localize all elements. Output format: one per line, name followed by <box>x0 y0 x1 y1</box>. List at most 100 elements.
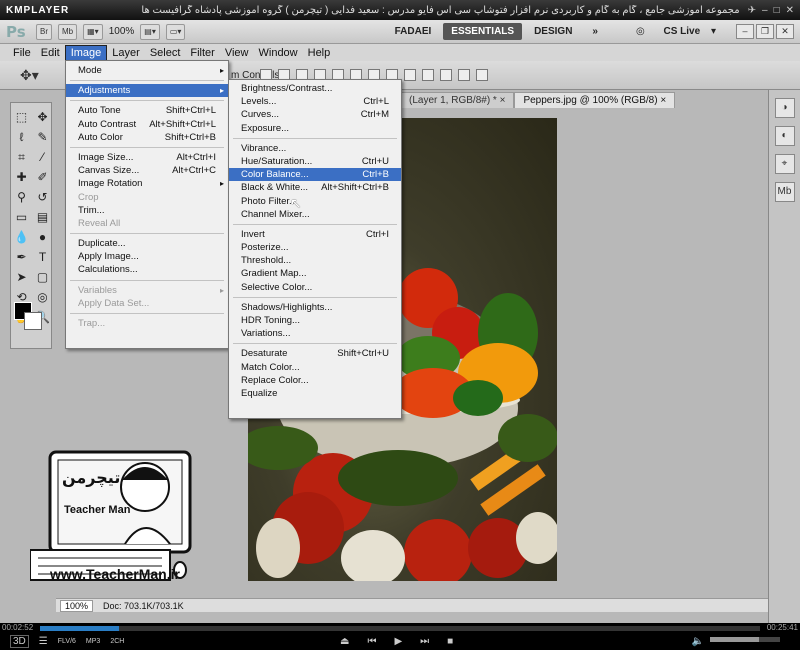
workspace-essentials[interactable]: ESSENTIALS <box>443 23 523 40</box>
menu-layer[interactable]: Layer <box>107 46 145 60</box>
menu-item-trim[interactable]: Trim... <box>66 204 228 217</box>
menu-item-duplicate[interactable]: Duplicate... <box>66 237 228 250</box>
history-brush-icon[interactable]: ↺ <box>32 187 53 207</box>
menu-help[interactable]: Help <box>303 46 336 60</box>
bridge-button[interactable]: Br <box>36 23 52 40</box>
minibridge-panel-icon[interactable]: Mb <box>774 182 795 202</box>
volume-slider[interactable] <box>710 637 780 642</box>
menu-item-curves[interactable]: Curves... Ctrl+M <box>229 108 401 121</box>
path-select-icon[interactable]: ➤ <box>11 267 32 287</box>
healing-brush-icon[interactable]: ✚ <box>11 167 32 187</box>
menu-item-auto-color[interactable]: Auto Color Shift+Ctrl+B <box>66 131 228 144</box>
distribute-left-icon[interactable] <box>422 69 434 81</box>
view-extras-button[interactable]: ▦▾ <box>83 23 103 40</box>
zoom-level[interactable]: 100% <box>109 26 135 37</box>
menu-icon[interactable]: ☰ <box>39 636 48 647</box>
gradient-tool-icon[interactable]: ▤ <box>32 207 53 227</box>
menu-item-shadows-highlights[interactable]: Shadows/Highlights... <box>229 301 401 314</box>
clone-stamp-icon[interactable]: ⚲ <box>11 187 32 207</box>
seek-bar[interactable] <box>40 626 760 631</box>
menu-item-replace-color[interactable]: Replace Color... <box>229 374 401 387</box>
eject-icon[interactable]: ⏏ <box>340 636 349 647</box>
menu-item-channel-mixer[interactable]: Channel Mixer... <box>229 208 401 221</box>
menu-window[interactable]: Window <box>254 46 303 60</box>
more-workspaces-button[interactable]: » <box>584 23 606 40</box>
screen-mode-button[interactable]: ▭▾ <box>165 23 186 40</box>
menu-item-image-size[interactable]: Image Size... Alt+Ctrl+I <box>66 151 228 164</box>
menu-item-brightness-contrast[interactable]: Brightness/Contrast... <box>229 82 401 95</box>
navigator-panel-icon[interactable]: ⌖ <box>774 154 795 174</box>
workspace-design[interactable]: DESIGN <box>526 23 580 40</box>
menu-image[interactable]: Image <box>64 44 108 61</box>
menu-item-adjustments[interactable]: Adjustments ▸ <box>66 84 228 98</box>
auto-align-icon[interactable] <box>476 69 488 81</box>
close-icon[interactable]: ✕ <box>776 24 794 39</box>
tab-layer1[interactable]: (Layer 1, RGB/8#) * × <box>400 92 515 108</box>
menu-item-image-rotation[interactable]: Image Rotation ▸ <box>66 177 228 190</box>
move-tool-icon[interactable]: ✥▾ <box>20 67 39 84</box>
minibridge-button[interactable]: Mb <box>58 23 78 40</box>
menu-item-canvas-size[interactable]: Canvas Size... Alt+Ctrl+C <box>66 164 228 177</box>
eyedropper-tool-icon[interactable]: ⁄ <box>32 147 53 167</box>
menu-item-photo-filter[interactable]: Photo Filter... <box>229 195 401 208</box>
menu-item-black-white[interactable]: Black & White... Alt+Shift+Ctrl+B <box>229 181 401 194</box>
menu-item-equalize[interactable]: Equalize <box>229 387 401 400</box>
menu-item-match-color[interactable]: Match Color... <box>229 361 401 374</box>
restore-icon[interactable]: ❐ <box>756 24 774 39</box>
distribute-bottom-icon[interactable] <box>404 69 416 81</box>
menu-item-invert[interactable]: Invert Ctrl+I <box>229 228 401 241</box>
move-tool-icon[interactable]: ✥ <box>32 107 53 127</box>
color-panel-icon[interactable]: ◑ <box>774 98 795 118</box>
minimize-icon[interactable]: – <box>762 5 768 16</box>
type-tool-icon[interactable]: T <box>32 247 53 267</box>
workspace-fadaei[interactable]: FADAEI <box>387 23 440 40</box>
menu-item-threshold[interactable]: Threshold... <box>229 254 401 267</box>
background-color-swatch[interactable] <box>24 312 42 330</box>
play-icon[interactable]: ▶ <box>394 636 402 647</box>
menu-edit[interactable]: Edit <box>36 46 65 60</box>
pen-tool-icon[interactable]: ✒ <box>11 247 32 267</box>
distribute-right-icon[interactable] <box>458 69 470 81</box>
crop-tool-icon[interactable]: ⌗ <box>11 147 32 167</box>
arrange-documents-button[interactable]: ▤▾ <box>140 23 160 40</box>
brush-tool-icon[interactable]: ✐ <box>32 167 53 187</box>
minimize-icon[interactable]: – <box>736 24 754 39</box>
close-icon[interactable]: × <box>500 95 506 106</box>
close-icon[interactable]: ✕ <box>786 5 794 16</box>
menu-item-vibrance[interactable]: Vibrance... <box>229 142 401 155</box>
quick-select-tool-icon[interactable]: ✎ <box>32 127 53 147</box>
stop-icon[interactable]: ■ <box>447 636 453 647</box>
cs-live-button[interactable]: ◎ CS Live ▾ <box>620 23 724 40</box>
menu-item-selective-color[interactable]: Selective Color... <box>229 281 401 294</box>
menu-item-color-balance[interactable]: Color Balance... Ctrl+B <box>229 168 401 182</box>
menu-item-apply-image[interactable]: Apply Image... <box>66 250 228 263</box>
next-icon[interactable]: ⏭ <box>420 636 429 647</box>
lasso-tool-icon[interactable]: ℓ <box>11 127 32 147</box>
close-icon[interactable]: × <box>660 95 666 106</box>
menu-item-mode[interactable]: Mode ▸ <box>66 64 228 77</box>
menu-select[interactable]: Select <box>145 46 186 60</box>
menu-item-levels[interactable]: Levels... Ctrl+L <box>229 95 401 108</box>
menu-view[interactable]: View <box>220 46 254 60</box>
eraser-tool-icon[interactable]: ▭ <box>11 207 32 227</box>
speaker-icon[interactable]: 🔈 <box>692 636 704 647</box>
distribute-hcenter-icon[interactable] <box>440 69 452 81</box>
shape-tool-icon[interactable]: ▢ <box>32 267 53 287</box>
menu-item-calculations[interactable]: Calculations... <box>66 263 228 276</box>
menu-item-auto-contrast[interactable]: Auto Contrast Alt+Shift+Ctrl+L <box>66 118 228 131</box>
status-zoom[interactable]: 100% <box>60 599 94 612</box>
menu-filter[interactable]: Filter <box>185 46 219 60</box>
menu-file[interactable]: File <box>8 46 36 60</box>
menu-item-desaturate[interactable]: Desaturate Shift+Ctrl+U <box>229 347 401 360</box>
previous-icon[interactable]: ⏮ <box>367 636 376 647</box>
adjustments-panel-icon[interactable]: ◐ <box>774 126 795 146</box>
menu-item-gradient-map[interactable]: Gradient Map... <box>229 267 401 280</box>
3d-mode-button[interactable]: 3D <box>10 634 29 648</box>
menu-item-auto-tone[interactable]: Auto Tone Shift+Ctrl+L <box>66 104 228 117</box>
menu-item-posterize[interactable]: Posterize... <box>229 241 401 254</box>
menu-item-variations[interactable]: Variations... <box>229 327 401 340</box>
pin-icon[interactable]: ✈ <box>748 5 756 16</box>
maximize-icon[interactable]: □ <box>774 5 780 16</box>
tab-peppers[interactable]: Peppers.jpg @ 100% (RGB/8) × <box>514 92 676 108</box>
marquee-tool-icon[interactable]: ⬚ <box>11 107 32 127</box>
